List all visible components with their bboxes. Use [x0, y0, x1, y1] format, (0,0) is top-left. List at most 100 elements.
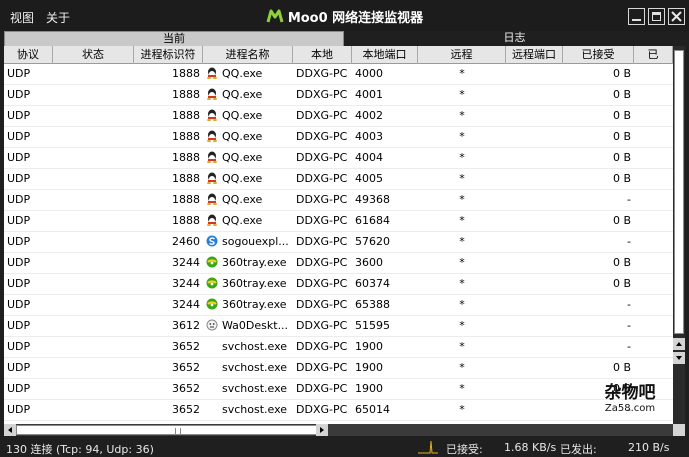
- 360tray-icon: [206, 298, 222, 311]
- cell-pid: 3652: [172, 403, 200, 416]
- cell-local-port: 57620: [355, 235, 390, 248]
- col-pid[interactable]: 进程标识符: [134, 46, 203, 64]
- col-sent[interactable]: 已: [634, 46, 673, 64]
- horizontal-scroll-thumb[interactable]: [16, 425, 318, 435]
- cell-protocol: UDP: [7, 214, 31, 227]
- qq-icon: [206, 88, 222, 101]
- cell-pid: 1888: [172, 130, 200, 143]
- scroll-left-button[interactable]: [4, 424, 16, 436]
- cell-state: [53, 148, 134, 168]
- cell-remote: *: [459, 67, 465, 80]
- col-local[interactable]: 本地: [293, 46, 352, 64]
- cell-remote-port: [506, 274, 563, 294]
- cell-local-port: 65014: [355, 403, 390, 416]
- process-name-text: QQ.exe: [222, 88, 263, 101]
- process-name-text: QQ.exe: [222, 130, 263, 143]
- col-received[interactable]: 已接受: [563, 46, 634, 64]
- cell-protocol: UDP: [7, 382, 31, 395]
- cell-pid: 1888: [172, 172, 200, 185]
- minimize-button[interactable]: [628, 8, 645, 25]
- col-remote-port[interactable]: 远程端口: [506, 46, 563, 64]
- table-row[interactable]: UDP 3652 svchost.exe DDXG-PC 1900 * 0 B: [4, 379, 673, 400]
- cell-sent: [634, 211, 673, 231]
- cell-local: DDXG-PC: [296, 235, 348, 248]
- cell-protocol: UDP: [7, 172, 31, 185]
- table-row[interactable]: UDP 1888 QQ.exe DDXG-PC 4001 * 0 B: [4, 85, 673, 106]
- wa0desktop-icon: [206, 319, 222, 332]
- cell-protocol: UDP: [7, 340, 31, 353]
- scroll-down-button[interactable]: [673, 352, 685, 364]
- col-state[interactable]: 状态: [53, 46, 134, 64]
- scroll-up-button[interactable]: [673, 338, 685, 350]
- cell-state: [53, 379, 134, 399]
- cell-local: DDXG-PC: [296, 382, 348, 395]
- table-row[interactable]: UDP 1888 QQ.exe DDXG-PC 61684 * 0 B: [4, 211, 673, 232]
- cell-local-port: 4002: [355, 109, 383, 122]
- table-row[interactable]: UDP 2460 sogouexpl... DDXG-PC 57620 * -: [4, 232, 673, 253]
- tab-current[interactable]: 当前: [4, 31, 344, 46]
- cell-protocol: UDP: [7, 67, 31, 80]
- cell-received: -: [627, 319, 631, 332]
- site-watermark: 杂物吧 Za58.com: [588, 383, 672, 419]
- table-row[interactable]: UDP 3244 360tray.exe DDXG-PC 65388 * -: [4, 295, 673, 316]
- table-row[interactable]: UDP 3652 svchost.exe DDXG-PC 1900 * 0 B: [4, 358, 673, 379]
- cell-protocol: UDP: [7, 130, 31, 143]
- scroll-right-button[interactable]: [316, 424, 328, 436]
- cell-process-name: sogouexpl...: [203, 232, 293, 252]
- table-row[interactable]: UDP 1888 QQ.exe DDXG-PC 4003 * 0 B: [4, 127, 673, 148]
- cell-remote-port: [506, 358, 563, 378]
- cell-protocol: UDP: [7, 361, 31, 374]
- cell-received: 0 B: [612, 361, 631, 374]
- table-row[interactable]: UDP 3652 svchost.exe DDXG-PC 1900 * -: [4, 337, 673, 358]
- table-row[interactable]: UDP 3244 360tray.exe DDXG-PC 3600 * 0 B: [4, 253, 673, 274]
- arrow-up-icon: [676, 342, 682, 346]
- arrow-left-icon: [8, 427, 12, 433]
- horizontal-scrollbar[interactable]: [4, 424, 673, 436]
- cell-local-port: 4005: [355, 172, 383, 185]
- cell-process-name: QQ.exe: [203, 106, 293, 126]
- col-remote[interactable]: 远程: [418, 46, 506, 64]
- cell-remote: *: [459, 403, 465, 416]
- cell-process-name: QQ.exe: [203, 190, 293, 210]
- cell-pid: 1888: [172, 214, 200, 227]
- vertical-scrollbar[interactable]: [673, 46, 685, 424]
- close-button[interactable]: [668, 8, 685, 25]
- cell-local-port: 51595: [355, 319, 390, 332]
- cell-local: DDXG-PC: [296, 214, 348, 227]
- cell-received: 0 B: [612, 109, 631, 122]
- table-row[interactable]: UDP 1888 QQ.exe DDXG-PC 4005 * 0 B: [4, 169, 673, 190]
- cell-received: 0 B: [612, 277, 631, 290]
- vertical-scroll-thumb[interactable]: [674, 50, 684, 334]
- cell-remote: *: [459, 235, 465, 248]
- col-protocol[interactable]: 协议: [4, 46, 53, 64]
- table-row[interactable]: UDP 1888 QQ.exe DDXG-PC 4004 * 0 B: [4, 148, 673, 169]
- cell-sent: [634, 106, 673, 126]
- table-row[interactable]: UDP 3652 svchost.exe DDXG-PC 65014 * -: [4, 400, 673, 421]
- table-row[interactable]: UDP 1888 QQ.exe DDXG-PC 49368 * -: [4, 190, 673, 211]
- col-process-name[interactable]: 进程名称: [203, 46, 293, 64]
- cell-pid: 1888: [172, 109, 200, 122]
- cell-protocol: UDP: [7, 151, 31, 164]
- tab-log[interactable]: 日志: [344, 31, 685, 46]
- cell-pid: 1888: [172, 88, 200, 101]
- table-row[interactable]: UDP 3244 360tray.exe DDXG-PC 60374 * 0 B: [4, 274, 673, 295]
- cell-remote: *: [459, 214, 465, 227]
- process-name-text: svchost.exe: [222, 340, 288, 353]
- cell-state: [53, 400, 134, 420]
- cell-process-name: 360tray.exe: [203, 253, 293, 273]
- cell-local: DDXG-PC: [296, 319, 348, 332]
- cell-sent: [634, 253, 673, 273]
- qq-icon: [206, 130, 222, 143]
- maximize-button[interactable]: [648, 8, 665, 25]
- cell-protocol: UDP: [7, 298, 31, 311]
- table-row[interactable]: UDP 1888 QQ.exe DDXG-PC 4000 * 0 B: [4, 64, 673, 85]
- cell-local: DDXG-PC: [296, 172, 348, 185]
- cell-protocol: UDP: [7, 256, 31, 269]
- col-local-port[interactable]: 本地端口: [352, 46, 418, 64]
- table-row[interactable]: UDP 1888 QQ.exe DDXG-PC 4002 * 0 B: [4, 106, 673, 127]
- arrow-down-icon: [676, 356, 682, 360]
- table-row[interactable]: UDP 3612 Wa0Deskt... DDXG-PC 51595 * -: [4, 316, 673, 337]
- cell-state: [53, 253, 134, 273]
- cell-process-name: svchost.exe: [203, 400, 293, 420]
- cell-local-port: 4000: [355, 67, 383, 80]
